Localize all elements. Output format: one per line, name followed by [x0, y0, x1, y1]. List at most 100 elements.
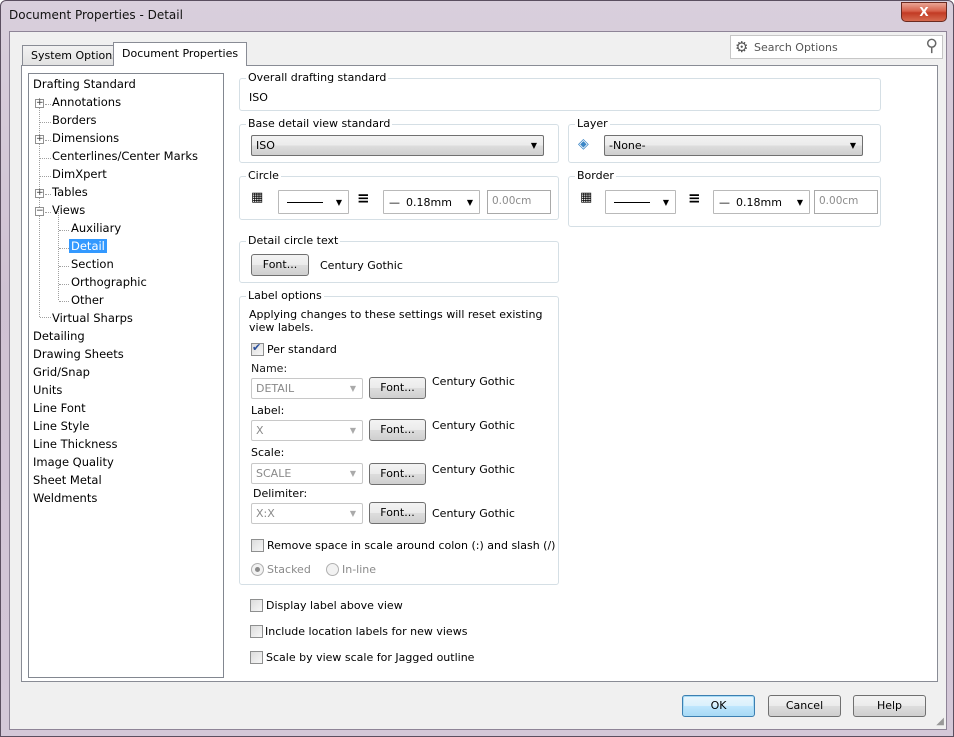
chevron-down-icon: ▼	[335, 198, 342, 207]
chevron-down-icon: ▼	[796, 198, 803, 207]
chevron-down-icon: ▼	[530, 141, 537, 150]
tree-item-weldments[interactable]: Weldments	[33, 490, 97, 507]
base-detail-standard-select[interactable]: ISO ▼	[251, 135, 544, 156]
dialog-client: System Options Document Properties ⚙ Sea…	[9, 31, 947, 730]
collapse-views-icon[interactable]: −	[35, 207, 44, 216]
tree-item-detail[interactable]: Detail	[69, 238, 107, 255]
tree-item-tables[interactable]: Tables	[52, 184, 88, 201]
expand-annotations-icon[interactable]: +	[35, 99, 44, 108]
inline-radio[interactable]	[326, 563, 339, 576]
overall-drafting-standard-group: Overall drafting standard ISO	[239, 71, 881, 111]
display-label-above-view-checkbox[interactable]	[250, 599, 263, 612]
circle-thickness-input[interactable]: 0.00cm	[487, 190, 551, 214]
circle-line-style-select[interactable]: ▼	[278, 190, 349, 214]
title-bar: Document Properties - Detail X	[1, 1, 953, 31]
line-weight-sample-icon: —	[389, 196, 400, 209]
label-font-button[interactable]: Font...	[369, 419, 426, 441]
tree-item-grid-snap[interactable]: Grid/Snap	[33, 364, 90, 381]
overall-drafting-standard-value: ISO	[249, 91, 268, 104]
tree-line	[40, 317, 51, 318]
border-line-style-select[interactable]: ▼	[605, 190, 676, 214]
tree-item-views[interactable]: Views	[52, 202, 85, 219]
line-style-icon: ▦	[580, 190, 593, 205]
tab-system-options[interactable]: System Options	[22, 45, 127, 66]
label-font-name: Century Gothic	[432, 419, 515, 432]
tree-line	[59, 284, 69, 285]
line-weight-sample-icon: —	[719, 196, 730, 209]
ok-button[interactable]: OK	[682, 695, 755, 717]
delimiter-font-button[interactable]: Font...	[369, 502, 426, 524]
tree-item-auxiliary[interactable]: Auxiliary	[71, 220, 121, 237]
tree-item-section[interactable]: Section	[71, 256, 114, 273]
circle-group: Circle ▦ ▼ ≡ — 0.18mm ▼ 0.00cm	[239, 169, 559, 220]
stacked-radio[interactable]	[251, 563, 264, 576]
detail-circle-font-button[interactable]: Font...	[251, 254, 309, 276]
circle-line-weight-value: 0.18mm	[406, 196, 452, 209]
border-line-weight-select[interactable]: — 0.18mm ▼	[713, 190, 810, 214]
base-detail-standard-group: Base detail view standard ISO ▼	[239, 117, 559, 163]
tree-line	[40, 158, 51, 159]
name-value: DETAIL	[256, 382, 295, 395]
solid-line-icon	[614, 202, 650, 203]
border-thickness-input[interactable]: 0.00cm	[814, 190, 878, 214]
tree-line	[45, 104, 51, 105]
tree-line	[59, 248, 69, 249]
tree-item-detailing[interactable]: Detailing	[33, 328, 85, 345]
base-detail-standard-value: ISO	[256, 139, 275, 152]
name-font-button[interactable]: Font...	[369, 377, 426, 399]
tree-item-units[interactable]: Units	[33, 382, 62, 399]
scale-jagged-outline-checkbox[interactable]	[250, 651, 263, 664]
tree-item-orthographic[interactable]: Orthographic	[71, 274, 147, 291]
tree-item-image-quality[interactable]: Image Quality	[33, 454, 114, 471]
scale-select[interactable]: SCALE ▼	[251, 463, 363, 484]
tree-item-dimensions[interactable]: Dimensions	[52, 130, 119, 147]
tree-item-line-font[interactable]: Line Font	[33, 400, 86, 417]
label-options-title: Label options	[246, 289, 324, 302]
tree-item-other[interactable]: Other	[71, 292, 104, 309]
circle-line-weight-select[interactable]: — 0.18mm ▼	[383, 190, 480, 214]
detail-circle-font-name: Century Gothic	[320, 259, 403, 272]
expand-tables-icon[interactable]: +	[35, 189, 44, 198]
scale-value: SCALE	[256, 467, 292, 480]
close-button[interactable]: X	[901, 2, 947, 22]
chevron-down-icon: ▼	[466, 198, 473, 207]
delimiter-select[interactable]: X:X ▼	[251, 503, 363, 524]
search-options-input[interactable]: ⚙ Search Options ⚲	[730, 35, 943, 59]
tree-item-drafting-standard[interactable]: Drafting Standard	[33, 76, 136, 93]
close-icon: X	[919, 5, 929, 19]
tree-item-centerlines[interactable]: Centerlines/Center Marks	[52, 148, 198, 165]
tree-item-line-style[interactable]: Line Style	[33, 418, 90, 435]
layer-icon: ◈	[578, 136, 589, 152]
detail-circle-text-title: Detail circle text	[246, 234, 341, 247]
scale-font-button[interactable]: Font...	[369, 463, 426, 485]
chevron-down-icon: ▼	[349, 384, 356, 393]
name-select[interactable]: DETAIL ▼	[251, 378, 363, 399]
help-button[interactable]: Help	[853, 695, 926, 717]
tab-document-properties[interactable]: Document Properties	[113, 42, 248, 66]
label-select[interactable]: X ▼	[251, 420, 363, 441]
tree-item-dimxpert[interactable]: DimXpert	[52, 166, 107, 183]
expand-dimensions-icon[interactable]: +	[35, 135, 44, 144]
tree-item-annotations[interactable]: Annotations	[52, 94, 121, 111]
tree-item-sheet-metal[interactable]: Sheet Metal	[33, 472, 102, 489]
tree-item-drawing-sheets[interactable]: Drawing Sheets	[33, 346, 124, 363]
per-standard-checkbox[interactable]	[251, 341, 264, 356]
gear-icon[interactable]: ⚙	[735, 38, 748, 56]
tree-item-borders[interactable]: Borders	[52, 112, 97, 129]
dialog-window: Document Properties - Detail X System Op…	[0, 0, 954, 737]
tree-line	[59, 230, 69, 231]
line-style-icon: ▦	[251, 190, 263, 205]
remove-space-label: Remove space in scale around colon (:) a…	[267, 539, 556, 552]
options-tree: Drafting Standard + Annotations Borders …	[28, 73, 224, 678]
chevron-down-icon: ▼	[662, 198, 669, 207]
layer-select[interactable]: -None- ▼	[604, 135, 863, 156]
tree-item-virtual-sharps[interactable]: Virtual Sharps	[52, 310, 133, 327]
tree-item-line-thickness[interactable]: Line Thickness	[33, 436, 117, 453]
label-options-group: Label options Applying changes to these …	[239, 289, 559, 585]
cancel-button[interactable]: Cancel	[768, 695, 841, 717]
resize-grip-icon[interactable]: ◢	[936, 716, 944, 727]
include-location-labels-checkbox[interactable]	[250, 625, 263, 638]
magnifier-icon[interactable]: ⚲	[926, 36, 938, 56]
label-caption: Label:	[251, 404, 285, 417]
remove-space-checkbox[interactable]	[251, 539, 264, 552]
